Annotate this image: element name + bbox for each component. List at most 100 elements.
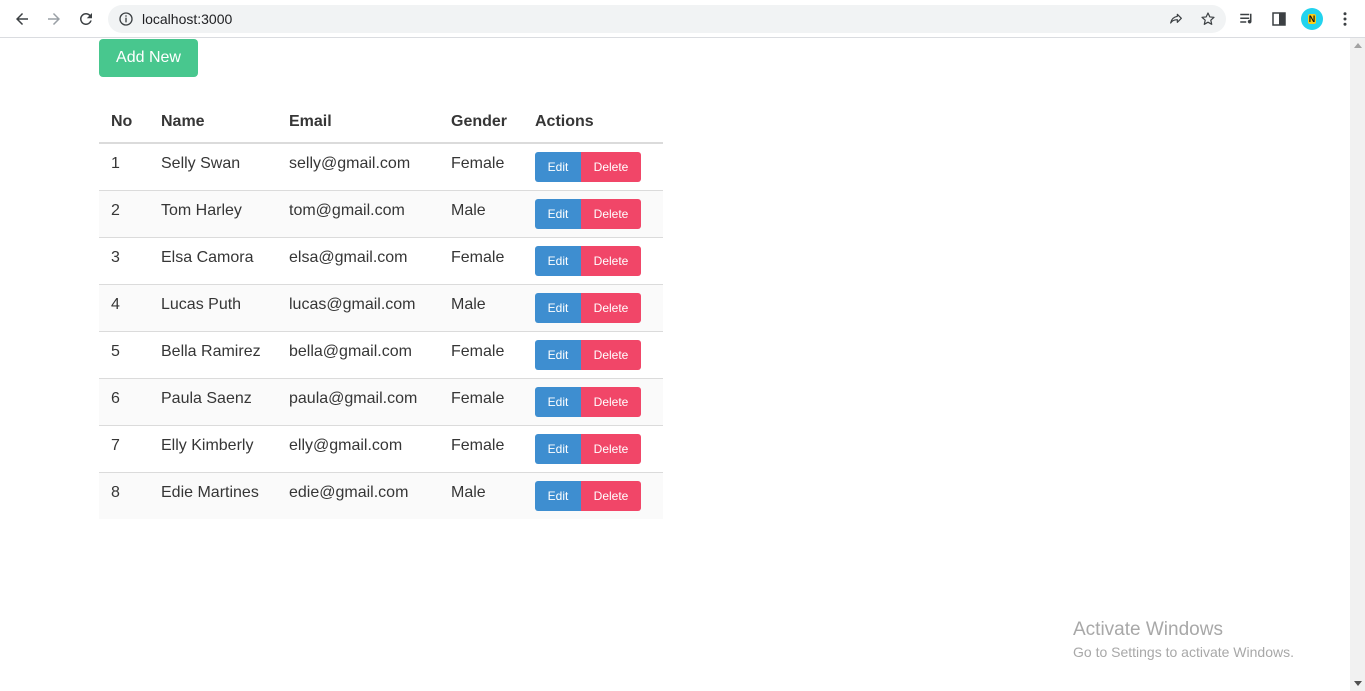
cell-gender-text: Female — [451, 248, 505, 266]
table-row: 1 Selly Swan selly@gmail.com Female Edit Dele… — [99, 143, 663, 191]
delete-button[interactable]: Delete — [581, 433, 641, 464]
cell-actions: Edit Delete — [523, 331, 663, 379]
cell-no-text: 5 — [111, 342, 120, 360]
cell-gender: Female — [439, 143, 523, 191]
cell-no: 8 — [99, 472, 149, 519]
cell-gender: Male — [439, 190, 523, 238]
cell-gender: Female — [439, 425, 523, 473]
cell-email-text: edie@gmail.com — [289, 483, 409, 501]
header-no: No — [99, 102, 149, 144]
cell-email: bella@gmail.com — [277, 331, 439, 379]
header-gender: Gender — [439, 102, 523, 144]
cell-name: Edie Martines — [149, 472, 277, 519]
cell-actions: Edit Delete — [523, 237, 663, 285]
delete-button[interactable]: Delete — [581, 198, 641, 229]
info-icon[interactable] — [118, 11, 134, 27]
delete-button[interactable]: Delete — [581, 386, 641, 417]
share-icon[interactable] — [1168, 11, 1184, 27]
profile-avatar[interactable]: N — [1301, 8, 1323, 30]
cell-no-text: 3 — [111, 248, 120, 266]
star-icon[interactable] — [1200, 11, 1216, 27]
cell-email-text: elsa@gmail.com — [289, 248, 408, 266]
cell-no: 1 — [99, 143, 149, 191]
cell-no: 7 — [99, 425, 149, 473]
cell-name-text: Elly Kimberly — [161, 436, 254, 454]
cell-actions: Edit Delete — [523, 143, 663, 191]
header-name: Name — [149, 102, 277, 144]
users-table: No Name Email Gender Actions 1 Selly Swan… — [99, 102, 663, 519]
table-row: 4 Lucas Puth lucas@gmail.com Male Edit Delete — [99, 284, 663, 332]
edit-button[interactable]: Edit — [535, 480, 581, 511]
table-row: 7 Elly Kimberly elly@gmail.com Female Edit De… — [99, 425, 663, 473]
edit-button[interactable]: Edit — [535, 386, 581, 417]
cell-actions: Edit Delete — [523, 284, 663, 332]
cell-gender-text: Female — [451, 389, 505, 407]
header-email: Email — [277, 102, 439, 144]
cell-gender-text: Female — [451, 436, 505, 454]
cell-no: 4 — [99, 284, 149, 332]
cell-gender: Male — [439, 284, 523, 332]
edit-button[interactable]: Edit — [535, 245, 581, 276]
cell-no: 2 — [99, 190, 149, 238]
cell-name-text: Elsa Camora — [161, 248, 254, 266]
reading-list-icon[interactable] — [1238, 10, 1256, 28]
cell-gender-text: Female — [451, 342, 505, 360]
edit-button[interactable]: Edit — [535, 198, 581, 229]
edit-button[interactable]: Edit — [535, 433, 581, 464]
edit-button[interactable]: Edit — [535, 339, 581, 370]
browser-toolbar: localhost:3000 N — [0, 0, 1365, 38]
watermark-subtitle: Go to Settings to activate Windows. — [1073, 644, 1294, 660]
cell-email-text: elly@gmail.com — [289, 436, 403, 454]
delete-button[interactable]: Delete — [581, 480, 641, 511]
cell-email: selly@gmail.com — [277, 143, 439, 191]
cell-actions: Edit Delete — [523, 472, 663, 519]
cell-name: Elly Kimberly — [149, 425, 277, 473]
side-panel-icon[interactable] — [1270, 10, 1288, 28]
cell-gender: Female — [439, 331, 523, 379]
cell-email-text: bella@gmail.com — [289, 342, 412, 360]
delete-button[interactable]: Delete — [581, 339, 641, 370]
cell-gender: Male — [439, 472, 523, 519]
forward-arrow-icon[interactable] — [42, 7, 66, 31]
cell-name-text: Tom Harley — [161, 201, 242, 219]
cell-no-text: 8 — [111, 483, 120, 501]
scroll-down-arrow-icon[interactable] — [1354, 681, 1362, 686]
cell-no: 5 — [99, 331, 149, 379]
cell-no-text: 7 — [111, 436, 120, 454]
table-header-row: No Name Email Gender Actions — [99, 102, 663, 144]
cell-no-text: 6 — [111, 389, 120, 407]
cell-no: 3 — [99, 237, 149, 285]
cell-name-text: Bella Ramirez — [161, 342, 261, 360]
back-arrow-icon[interactable] — [10, 7, 34, 31]
cell-email: lucas@gmail.com — [277, 284, 439, 332]
cell-name-text: Selly Swan — [161, 154, 241, 172]
kebab-menu-icon[interactable] — [1336, 10, 1354, 28]
cell-email: edie@gmail.com — [277, 472, 439, 519]
delete-button[interactable]: Delete — [581, 151, 641, 182]
scroll-up-arrow-icon[interactable] — [1354, 43, 1362, 48]
address-bar[interactable]: localhost:3000 — [108, 5, 1226, 33]
vertical-scrollbar[interactable] — [1350, 38, 1365, 691]
cell-no-text: 2 — [111, 201, 120, 219]
cell-name: Paula Saenz — [149, 378, 277, 426]
cell-email-text: selly@gmail.com — [289, 154, 411, 172]
cell-gender-text: Male — [451, 295, 486, 313]
activate-windows-watermark: Activate Windows Go to Settings to activ… — [1073, 619, 1294, 662]
add-new-button[interactable]: Add New — [99, 39, 198, 77]
edit-button[interactable]: Edit — [535, 292, 581, 323]
cell-gender-text: Male — [451, 483, 486, 501]
watermark-title: Activate Windows — [1073, 619, 1223, 640]
table-row: 5 Bella Ramirez bella@gmail.com Female Edit D… — [99, 331, 663, 379]
cell-name: Elsa Camora — [149, 237, 277, 285]
cell-name: Tom Harley — [149, 190, 277, 238]
edit-button[interactable]: Edit — [535, 151, 581, 182]
cell-email: elsa@gmail.com — [277, 237, 439, 285]
cell-name-text: Lucas Puth — [161, 295, 242, 313]
delete-button[interactable]: Delete — [581, 292, 641, 323]
reload-icon[interactable] — [74, 7, 98, 31]
delete-button[interactable]: Delete — [581, 245, 641, 276]
cell-gender-text: Male — [451, 201, 486, 219]
cell-no-text: 1 — [111, 154, 120, 172]
cell-actions: Edit Delete — [523, 190, 663, 238]
cell-email-text: paula@gmail.com — [289, 389, 418, 407]
